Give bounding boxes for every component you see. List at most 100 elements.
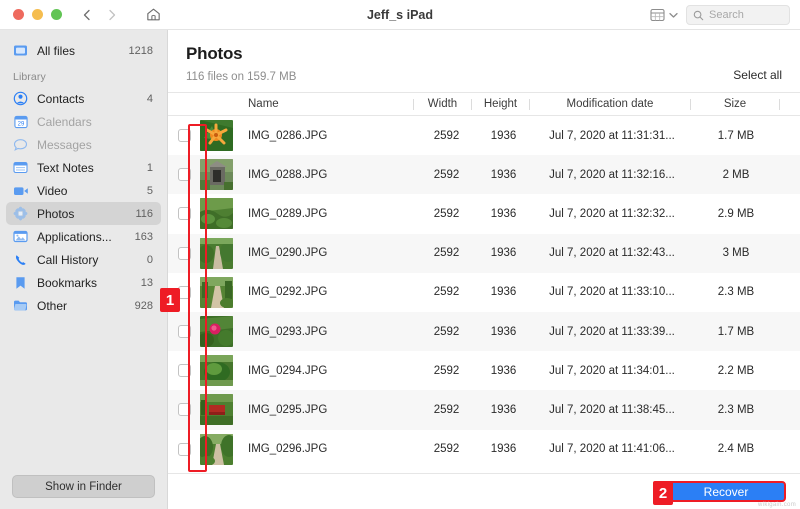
row-thumbnail-cell [200, 159, 242, 190]
recover-button[interactable]: Recover [666, 481, 786, 502]
cell-name: IMG_0293.JPG [242, 326, 418, 338]
cell-name: IMG_0286.JPG [242, 130, 418, 142]
sidebar-item-contacts-count: 4 [147, 93, 153, 105]
zoom-button[interactable] [51, 9, 62, 20]
cell-height: 1936 [475, 443, 532, 455]
row-thumbnail-cell [200, 238, 242, 269]
table-row[interactable]: IMG_0293.JPG25921936Jul 7, 2020 at 11:33… [168, 312, 800, 351]
sidebar-item-all-files[interactable]: All files 1218 [6, 39, 161, 62]
cell-height: 1936 [475, 130, 532, 142]
home-button[interactable] [145, 6, 162, 23]
grid-view-icon [650, 8, 665, 22]
table-row[interactable]: IMG_0296.JPG25921936Jul 7, 2020 at 11:41… [168, 430, 800, 469]
row-checkbox-cell[interactable] [168, 207, 200, 220]
column-header-modification-date[interactable]: Modification date [530, 98, 690, 110]
photo-thumbnail-icon [200, 120, 233, 151]
row-checkbox-cell[interactable] [168, 129, 200, 142]
cell-name: IMG_0292.JPG [242, 286, 418, 298]
sidebar-item-call-history[interactable]: Call History 0 [6, 248, 161, 271]
sidebar-spacer [0, 317, 167, 475]
photos-icon [12, 206, 29, 221]
cell-modification-date: Jul 7, 2020 at 11:38:45... [532, 404, 692, 416]
photo-thumbnail-icon [200, 277, 233, 308]
row-checkbox-cell[interactable] [168, 247, 200, 260]
cell-size: 2 MB [692, 169, 780, 181]
table-row[interactable]: IMG_0295.JPG25921936Jul 7, 2020 at 11:38… [168, 390, 800, 429]
photo-thumbnail-icon [200, 238, 233, 269]
cell-height: 1936 [475, 169, 532, 181]
cell-modification-date: Jul 7, 2020 at 11:32:16... [532, 169, 692, 181]
sidebar-item-messages[interactable]: Messages [6, 133, 161, 156]
show-in-finder-button[interactable]: Show in Finder [12, 475, 155, 498]
traffic-lights [0, 9, 62, 20]
row-thumbnail-cell [200, 316, 242, 347]
row-thumbnail-cell [200, 120, 242, 151]
row-checkbox[interactable] [178, 168, 191, 181]
row-checkbox-cell[interactable] [168, 403, 200, 416]
photo-thumbnail-icon [200, 355, 233, 386]
table-row[interactable]: IMG_0294.JPG25921936Jul 7, 2020 at 11:34… [168, 351, 800, 390]
sidebar-item-calendars[interactable]: 29 Calendars [6, 110, 161, 133]
applications-icon [12, 230, 29, 243]
cell-height: 1936 [475, 404, 532, 416]
row-checkbox[interactable] [178, 129, 191, 142]
app-window: Jeff_s iPad Search [0, 0, 800, 509]
row-checkbox[interactable] [178, 325, 191, 338]
sidebar: All files 1218 Library Contacts 4 [0, 30, 168, 509]
main-panel: Photos 116 files on 159.7 MB Select all … [168, 30, 800, 509]
cell-height: 1936 [475, 365, 532, 377]
select-all-button[interactable]: Select all [733, 68, 782, 83]
text-notes-icon [12, 161, 29, 174]
row-checkbox-cell[interactable] [168, 325, 200, 338]
sidebar-item-video[interactable]: Video 5 [6, 179, 161, 202]
forward-button[interactable] [105, 8, 119, 22]
column-header-width[interactable]: Width [414, 98, 471, 110]
table-row[interactable]: IMG_0289.JPG25921936Jul 7, 2020 at 11:32… [168, 194, 800, 233]
column-header-size[interactable]: Size [691, 98, 779, 110]
cell-size: 3 MB [692, 247, 780, 259]
sidebar-item-photos[interactable]: Photos 116 [6, 202, 161, 225]
row-checkbox[interactable] [178, 443, 191, 456]
sidebar-item-applications-count: 163 [135, 231, 153, 243]
row-checkbox-cell[interactable] [168, 443, 200, 456]
row-checkbox[interactable] [178, 403, 191, 416]
row-checkbox[interactable] [178, 247, 191, 260]
cell-modification-date: Jul 7, 2020 at 11:32:32... [532, 208, 692, 220]
sidebar-item-photos-label: Photos [37, 207, 135, 221]
sidebar-item-bookmarks[interactable]: Bookmarks 13 [6, 271, 161, 294]
back-button[interactable] [80, 8, 94, 22]
sidebar-item-text-notes-count: 1 [147, 162, 153, 174]
view-mode-button[interactable] [650, 8, 678, 22]
page-title: Photos [186, 44, 782, 64]
sidebar-item-applications-label: Applications... [37, 230, 135, 244]
sidebar-item-other-count: 928 [135, 300, 153, 312]
column-header-name[interactable]: Name [242, 98, 413, 110]
cell-width: 2592 [418, 247, 475, 259]
row-checkbox-cell[interactable] [168, 364, 200, 377]
minimize-button[interactable] [32, 9, 43, 20]
subtitle-row: 116 files on 159.7 MB Select all [186, 68, 782, 83]
cell-width: 2592 [418, 286, 475, 298]
video-icon [12, 185, 29, 197]
sidebar-item-applications[interactable]: Applications... 163 [6, 225, 161, 248]
table-row[interactable]: IMG_0292.JPG25921936Jul 7, 2020 at 11:33… [168, 273, 800, 312]
sidebar-item-video-count: 5 [147, 185, 153, 197]
row-checkbox[interactable] [178, 207, 191, 220]
sidebar-item-other[interactable]: Other 928 [6, 294, 161, 317]
table-row[interactable]: IMG_0290.JPG25921936Jul 7, 2020 at 11:32… [168, 234, 800, 273]
cell-size: 2.4 MB [692, 443, 780, 455]
search-input[interactable]: Search [686, 5, 790, 25]
sidebar-item-text-notes[interactable]: Text Notes 1 [6, 156, 161, 179]
bookmarks-icon [12, 276, 29, 290]
column-header-height[interactable]: Height [472, 98, 529, 110]
sidebar-item-all-files-count: 1218 [129, 45, 153, 57]
title-bar: Jeff_s iPad Search [0, 0, 800, 30]
sidebar-item-contacts[interactable]: Contacts 4 [6, 87, 161, 110]
cell-size: 1.7 MB [692, 326, 780, 338]
footer-bar: Recover [168, 473, 800, 509]
row-checkbox-cell[interactable] [168, 168, 200, 181]
row-checkbox[interactable] [178, 364, 191, 377]
table-row[interactable]: IMG_0288.JPG25921936Jul 7, 2020 at 11:32… [168, 155, 800, 194]
table-row[interactable]: IMG_0286.JPG25921936Jul 7, 2020 at 11:31… [168, 116, 800, 155]
close-button[interactable] [13, 9, 24, 20]
